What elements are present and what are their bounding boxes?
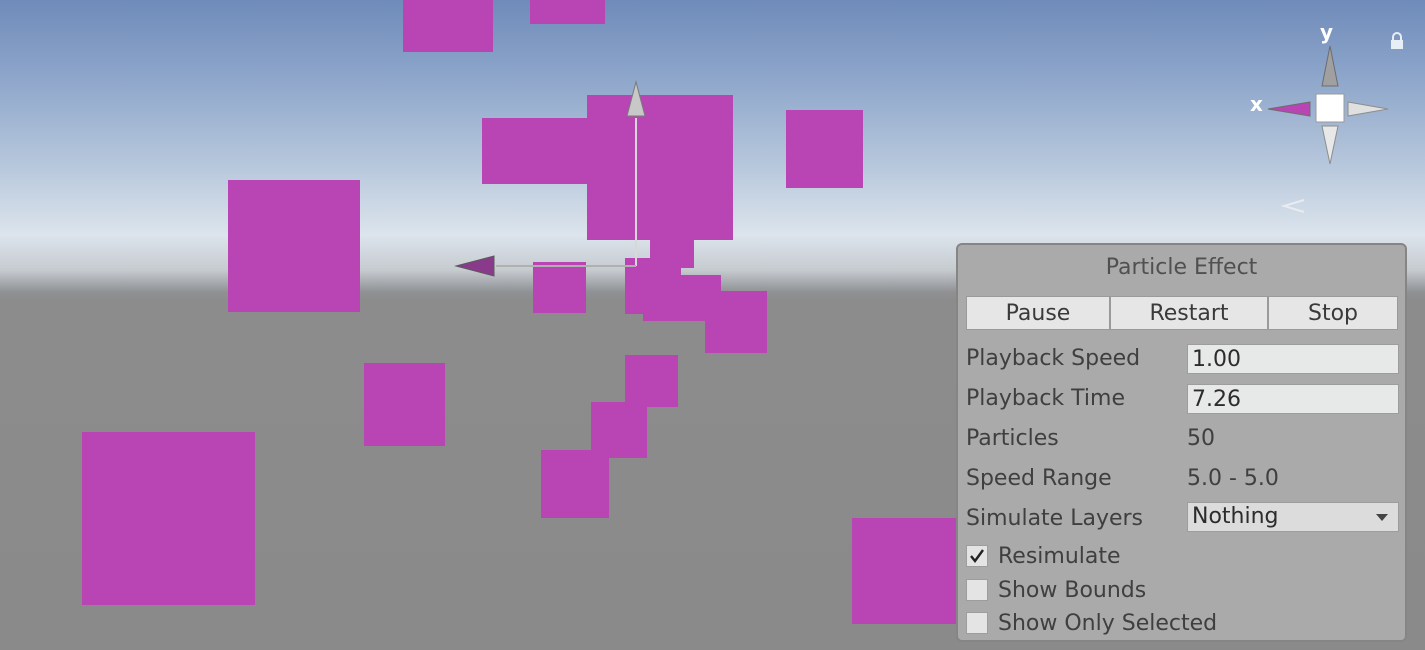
show-bounds-checkbox[interactable] — [966, 579, 988, 601]
restart-button[interactable]: Restart — [1110, 296, 1268, 330]
move-tool-arrow-icon[interactable] — [440, 78, 660, 288]
gizmo-x-label: x — [1250, 92, 1263, 116]
resimulate-checkbox[interactable] — [966, 545, 988, 567]
small-axis-hint-icon — [1280, 199, 1305, 213]
simulate-layers-dropdown[interactable]: Nothing — [1187, 502, 1399, 532]
simulate-layers-value: Nothing — [1192, 504, 1279, 529]
show-only-selected-label: Show Only Selected — [998, 611, 1218, 636]
playback-button-row: Pause Restart Stop — [966, 296, 1398, 330]
particle-effect-panel: Particle Effect Pause Restart Stop Playb… — [956, 243, 1407, 642]
pause-button[interactable]: Pause — [966, 296, 1110, 330]
particle — [625, 355, 678, 407]
lock-icon[interactable] — [1389, 32, 1405, 50]
particles-value: 50 — [1187, 426, 1215, 451]
particle — [403, 0, 493, 52]
particle — [530, 0, 605, 24]
playback-time-label: Playback Time — [966, 386, 1125, 411]
particle — [228, 180, 360, 312]
panel-title: Particle Effect — [1105, 255, 1258, 280]
particle — [705, 291, 767, 353]
particle — [852, 518, 962, 624]
show-only-selected-checkbox[interactable] — [966, 612, 988, 634]
playback-speed-label: Playback Speed — [966, 346, 1141, 371]
gizmo-y-label: y — [1320, 20, 1334, 44]
dropdown-arrow-icon — [1376, 514, 1388, 521]
particle — [541, 450, 609, 518]
speed-range-label: Speed Range — [966, 466, 1112, 491]
playback-time-field[interactable] — [1187, 384, 1399, 414]
stop-button[interactable]: Stop — [1268, 296, 1398, 330]
particle — [364, 363, 445, 446]
particles-label: Particles — [966, 426, 1059, 451]
playback-speed-field[interactable] — [1187, 344, 1399, 374]
checkmark-icon — [970, 549, 984, 563]
resimulate-label: Resimulate — [998, 544, 1121, 569]
speed-range-value: 5.0 - 5.0 — [1187, 466, 1279, 491]
simulate-layers-label: Simulate Layers — [966, 506, 1143, 531]
show-bounds-label: Show Bounds — [998, 578, 1147, 603]
particle — [82, 432, 255, 605]
particle — [786, 110, 863, 188]
